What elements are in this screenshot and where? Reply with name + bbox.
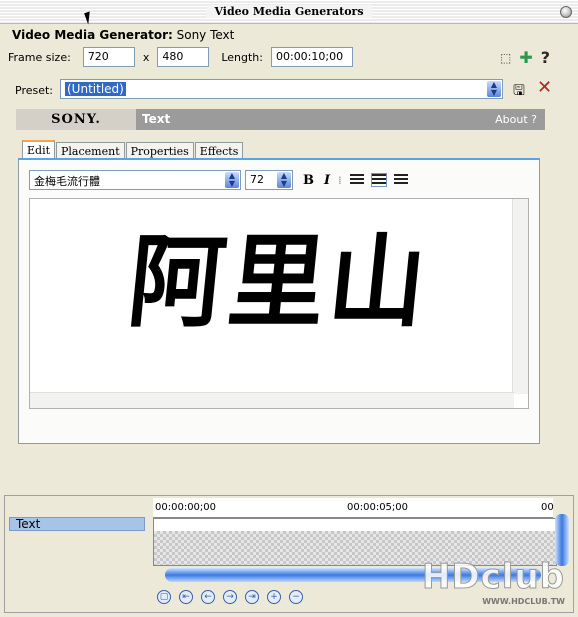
frame-size-label: Frame size: bbox=[8, 50, 71, 64]
text-content[interactable]: 阿里山 bbox=[123, 201, 438, 347]
plugin-title: Text bbox=[142, 112, 171, 126]
next-keyframe-icon[interactable]: → bbox=[223, 590, 237, 604]
preset-value[interactable]: (Untitled) bbox=[65, 82, 126, 96]
horizontal-scrollbar[interactable] bbox=[30, 392, 514, 408]
length-label: Length: bbox=[221, 50, 263, 64]
keyframe-timeline: Text 00:00:00;00 00:00:05;00 00 ▢ ⇤ ← → … bbox=[4, 495, 574, 613]
tab-strip: Edit Placement Properties Effects bbox=[22, 140, 244, 160]
frame-row: Frame size: 720 x 480 Length: 00:00:10;0… bbox=[8, 47, 353, 67]
generator-name: Sony Text bbox=[176, 28, 235, 42]
chevron-down-icon[interactable]: ▲ ▼ bbox=[225, 172, 239, 188]
keyframe-tools: ▢ ⇤ ← → ⇥ + − bbox=[157, 590, 303, 604]
divider: ⁞ bbox=[338, 173, 342, 187]
cursor-select-icon[interactable]: ⬚ bbox=[500, 51, 511, 65]
align-right-icon[interactable] bbox=[393, 174, 408, 186]
text-editor[interactable]: 阿里山 bbox=[29, 198, 529, 409]
bold-button[interactable]: B bbox=[303, 173, 314, 188]
preset-label: Preset: bbox=[15, 83, 54, 97]
remove-keyframe-icon[interactable]: − bbox=[289, 590, 303, 604]
about-link[interactable]: About ? bbox=[495, 113, 537, 126]
last-keyframe-icon[interactable]: ⇥ bbox=[245, 590, 259, 604]
generator-panel: Video Media Generator: Sony Text Frame s… bbox=[0, 25, 578, 491]
format-toolbar: 金梅毛流行體 ▲ ▼ 72 ▲ ▼ B I ⁞ bbox=[29, 170, 408, 190]
frame-x-label: x bbox=[142, 50, 150, 64]
track-label[interactable]: Text bbox=[9, 517, 145, 531]
delete-icon[interactable]: ✕ bbox=[537, 77, 552, 98]
align-left-icon[interactable] bbox=[349, 174, 364, 186]
lock-icon[interactable]: ▢ bbox=[157, 590, 171, 604]
plug-icon[interactable]: ✚ bbox=[519, 48, 532, 67]
generator-label: Video Media Generator: bbox=[12, 28, 173, 42]
header-icons: ⬚ ✚ ? bbox=[500, 48, 550, 67]
track-lane bbox=[154, 519, 556, 531]
add-keyframe-icon[interactable]: + bbox=[267, 590, 281, 604]
length-field[interactable]: 00:00:10;00 bbox=[270, 47, 353, 67]
plugin-header-bar: SONY. Text About ? bbox=[16, 109, 545, 130]
size-value: 72 bbox=[250, 173, 264, 186]
save-icon[interactable]: 🖫 bbox=[513, 80, 525, 104]
align-center-icon[interactable] bbox=[370, 173, 387, 187]
prev-keyframe-icon[interactable]: ← bbox=[201, 590, 215, 604]
first-keyframe-icon[interactable]: ⇤ bbox=[179, 590, 193, 604]
ruler-tick-label: 00:00:05;00 bbox=[347, 502, 409, 513]
ruler-tick-label: 00:00:00;00 bbox=[155, 502, 217, 513]
preset-combo[interactable]: (Untitled) ▲ ▼ bbox=[60, 79, 503, 99]
preset-row: Preset: (Untitled) ▲ ▼ 🖫 ✕ bbox=[15, 77, 560, 104]
help-icon[interactable]: ? bbox=[541, 48, 550, 67]
chevron-down-icon[interactable]: ▲ ▼ bbox=[487, 81, 501, 97]
watermark: HDclub WWW.HDCLUB.TW bbox=[421, 557, 565, 607]
close-icon[interactable] bbox=[560, 6, 572, 18]
sony-logo: SONY. bbox=[16, 109, 136, 130]
ruler-tick-label: 00 bbox=[541, 502, 554, 513]
edit-pane: 金梅毛流行體 ▲ ▼ 72 ▲ ▼ B I ⁞ 阿里山 bbox=[18, 158, 540, 444]
tab-edit[interactable]: Edit bbox=[22, 140, 56, 160]
italic-button[interactable]: I bbox=[324, 173, 330, 188]
font-select[interactable]: 金梅毛流行體 ▲ ▼ bbox=[29, 170, 241, 190]
chevron-down-icon[interactable]: ▲ ▼ bbox=[277, 172, 291, 188]
timeline-ruler[interactable]: 00:00:00;00 00:00:05;00 00 bbox=[153, 498, 554, 518]
frame-height-field[interactable]: 480 bbox=[157, 47, 210, 67]
vertical-scrollbar[interactable] bbox=[512, 199, 528, 394]
generator-header: Video Media Generator: Sony Text bbox=[12, 28, 234, 42]
size-select[interactable]: 72 ▲ ▼ bbox=[245, 170, 293, 190]
frame-width-field[interactable]: 720 bbox=[82, 47, 135, 67]
font-value: 金梅毛流行體 bbox=[34, 175, 100, 188]
